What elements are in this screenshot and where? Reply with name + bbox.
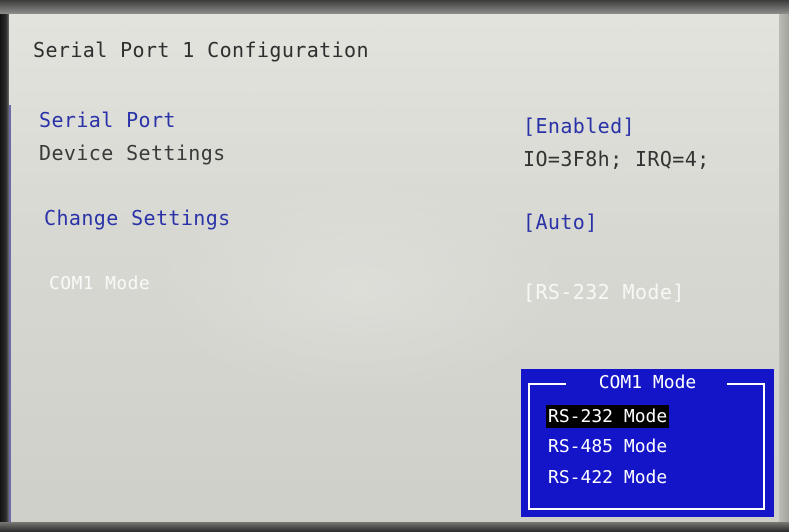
bios-screen: Serial Port 1 Configuration Serial Port … xyxy=(0,0,789,532)
change-settings-label[interactable]: Change Settings xyxy=(44,206,231,230)
popup-option-rs422[interactable]: RS-422 Mode xyxy=(546,466,669,489)
monitor-top-bezel xyxy=(0,0,789,14)
serial-port-label[interactable]: Serial Port xyxy=(39,108,176,132)
change-settings-value[interactable]: [Auto] xyxy=(523,210,598,234)
popup-title: COM1 Mode xyxy=(598,372,697,393)
monitor-left-bezel xyxy=(0,14,9,532)
device-settings-label: Device Settings xyxy=(39,141,226,165)
monitor-right-edge xyxy=(779,14,789,532)
com1-mode-value[interactable]: [RS-232 Mode] xyxy=(523,280,685,304)
device-settings-value: IO=3F8h; IRQ=4; xyxy=(523,147,710,171)
serial-port-value[interactable]: [Enabled] xyxy=(523,114,635,138)
page-title: Serial Port 1 Configuration xyxy=(33,38,369,62)
panel-divider xyxy=(9,105,11,525)
popup-option-rs485[interactable]: RS-485 Mode xyxy=(546,435,669,458)
com1-mode-popup: COM1 Mode RS-232 Mode RS-485 Mode RS-422… xyxy=(521,369,774,517)
popup-option-rs232[interactable]: RS-232 Mode xyxy=(546,405,670,428)
com1-mode-label[interactable]: COM1 Mode xyxy=(49,272,150,296)
monitor-bottom-bezel xyxy=(0,522,789,532)
